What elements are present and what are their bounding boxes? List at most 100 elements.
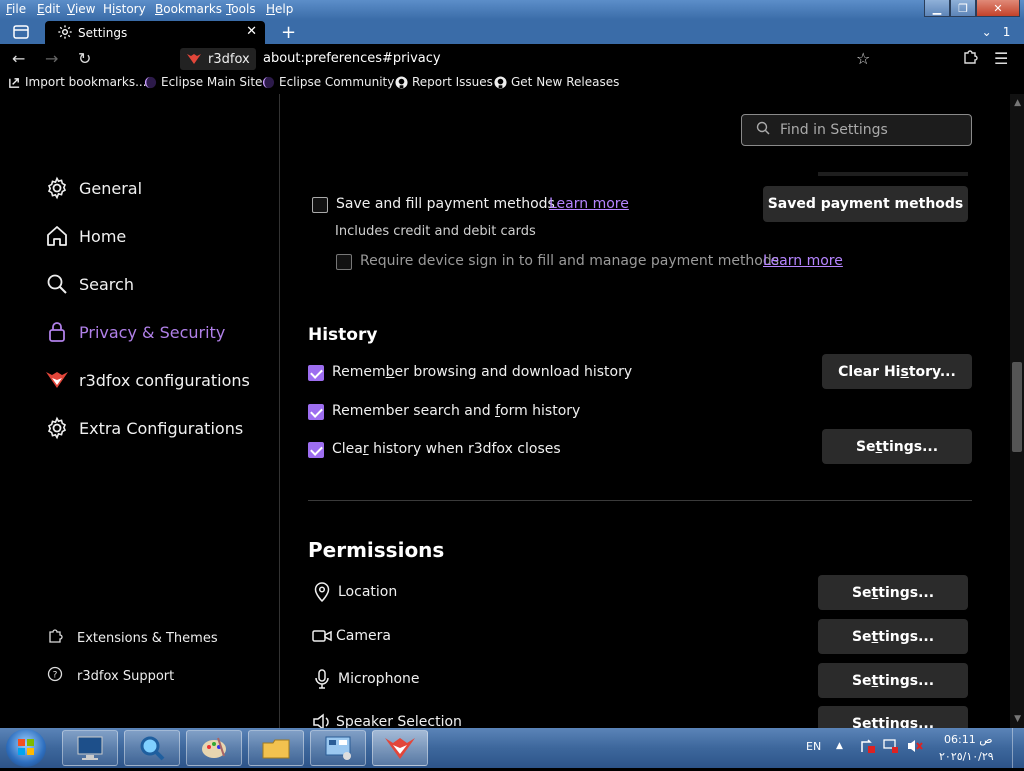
category-privacy[interactable]: Privacy & Security [45, 320, 225, 344]
camera-settings-button[interactable]: Settings... [818, 619, 968, 654]
firefox-view-button[interactable] [10, 23, 32, 41]
clear-on-close-checkbox[interactable] [308, 442, 324, 458]
scroll-up-arrow-icon[interactable]: ▲ [1014, 98, 1021, 108]
preferences-content: General Home Search Privacy & Security r… [0, 94, 1024, 728]
speaker-settings-button[interactable]: Settings... [818, 706, 968, 728]
taskbar-control-panel[interactable] [310, 730, 366, 766]
minimize-icon: ▁ [932, 1, 942, 15]
show-desktop-button[interactable] [1012, 728, 1024, 768]
identity-box[interactable]: r3dfox [180, 48, 256, 70]
clear-history-button[interactable]: Clear History... [822, 354, 972, 389]
taskbar-paint[interactable] [186, 730, 242, 766]
new-tab-button[interactable]: + [281, 22, 296, 43]
clock-date[interactable]: ٢٠٢٥/١٠/٢٩ [939, 750, 994, 763]
search-icon [756, 121, 770, 139]
tab-settings[interactable]: Settings ✕ [45, 21, 265, 44]
permission-label: Camera [336, 628, 391, 644]
forward-arrow-icon[interactable]: → [45, 49, 58, 68]
remember-browsing-checkbox[interactable] [308, 365, 324, 381]
minimize-button[interactable]: ▁ [924, 0, 950, 17]
action-center-icon[interactable] [860, 738, 876, 757]
github-icon [494, 75, 507, 89]
network-icon[interactable] [883, 738, 899, 757]
taskbar-files[interactable] [248, 730, 304, 766]
import-icon [9, 77, 20, 88]
lock-icon [45, 320, 69, 344]
menu-view[interactable]: View [67, 2, 95, 16]
gear-icon [58, 25, 72, 39]
volume-muted-icon[interactable] [907, 738, 923, 757]
history-settings-button[interactable]: Settings... [822, 429, 972, 464]
menu-help[interactable]: Help [266, 2, 293, 16]
menu-edit[interactable]: Edit [37, 2, 60, 16]
button-label: Settings... [855, 438, 939, 455]
github-icon [395, 75, 408, 89]
saved-payment-methods-button[interactable]: Saved payment methods [763, 186, 968, 222]
eclipse-icon [144, 76, 157, 88]
tab-strip: Settings ✕ + ⌄ 1 [0, 20, 1024, 44]
taskbar-computer[interactable] [62, 730, 118, 766]
category-extra-configurations[interactable]: Extra Configurations [45, 416, 243, 440]
scroll-thumb[interactable] [1012, 362, 1022, 452]
extensions-themes-link[interactable]: Extensions & Themes [47, 628, 218, 648]
svg-text:?: ? [53, 671, 58, 681]
windows-logo-icon [18, 739, 34, 755]
menu-bookmarks[interactable]: Bookmarks [155, 2, 222, 16]
payment-description: Includes credit and debit cards [335, 224, 536, 239]
taskbar-r3dfox[interactable] [372, 730, 428, 766]
bookmark-report-issues[interactable]: Report Issues [395, 75, 493, 89]
button-label: Settings... [851, 584, 935, 601]
category-general[interactable]: General [45, 176, 142, 200]
permission-camera: Camera [312, 626, 391, 646]
microphone-settings-button[interactable]: Settings... [818, 663, 968, 698]
scrollbar[interactable]: ▲ ▼ [1010, 94, 1024, 728]
magnifier-icon [140, 736, 165, 761]
start-button[interactable] [6, 729, 46, 767]
category-label: General [79, 178, 143, 198]
menu-tools[interactable]: Tools [226, 2, 256, 16]
show-hidden-icons-arrow[interactable]: ▲ [836, 741, 843, 751]
back-arrow-icon[interactable]: ← [12, 49, 25, 68]
scroll-down-arrow-icon[interactable]: ▼ [1014, 714, 1021, 724]
language-indicator[interactable]: EN [806, 740, 821, 753]
bookmark-label: Get New Releases [511, 75, 620, 89]
search-input[interactable]: Find in Settings [741, 114, 972, 146]
remember-search-checkbox[interactable] [308, 404, 324, 420]
star-icon[interactable]: ☆ [856, 49, 870, 68]
category-search[interactable]: Search [45, 272, 134, 296]
bookmark-eclipse-main[interactable]: Eclipse Main Site [144, 75, 262, 89]
url-bar[interactable]: about:preferences#privacy [263, 51, 441, 66]
extensions-icon[interactable] [962, 49, 978, 69]
plus-icon: + [281, 22, 297, 43]
categories-sidebar: General Home Search Privacy & Security r… [0, 94, 280, 728]
menu-history[interactable]: History [103, 2, 146, 16]
camera-icon [312, 626, 332, 646]
windows-taskbar: EN ▲ 06:11 ص ٢٠٢٥/١٠/٢٩ [0, 728, 1024, 768]
clock-time[interactable]: 06:11 ص [944, 733, 993, 746]
save-payment-label: Save and fill payment methods [336, 196, 555, 212]
bookmark-import[interactable]: Import bookmarks... [8, 75, 147, 89]
reload-icon[interactable]: ↻ [78, 49, 91, 68]
bookmark-eclipse-community[interactable]: Eclipse Community [262, 75, 394, 89]
button-label: Settings... [851, 628, 935, 645]
hamburger-menu-icon[interactable]: ☰ [994, 49, 1008, 68]
remember-search-label: Remember search and form history [332, 403, 581, 419]
location-settings-button[interactable]: Settings... [818, 575, 968, 610]
save-payment-checkbox[interactable] [312, 197, 328, 213]
eclipse-icon [262, 76, 275, 88]
require-signin-checkbox[interactable] [336, 254, 352, 270]
menu-file[interactable]: File [6, 2, 26, 16]
bookmark-get-new-releases[interactable]: Get New Releases [494, 75, 619, 89]
signin-learn-more-link[interactable]: Learn more [763, 253, 843, 269]
taskbar-search[interactable] [124, 730, 180, 766]
list-all-tabs-button[interactable]: ⌄ 1 [976, 22, 1016, 41]
r3dfox-support-link[interactable]: ? r3dfox Support [47, 666, 174, 686]
bookmarks-toolbar: Import bookmarks... Eclipse Main Site Ec… [0, 72, 1024, 94]
category-home[interactable]: Home [45, 224, 126, 248]
close-tab-icon[interactable]: ✕ [246, 24, 257, 39]
payments-learn-more-link[interactable]: Learn more [549, 196, 629, 212]
category-r3dfox-configurations[interactable]: r3dfox configurations [45, 368, 250, 392]
maximize-button[interactable]: ❐ [950, 0, 976, 17]
close-window-button[interactable]: ✕ [976, 0, 1020, 17]
category-label: Privacy & Security [79, 322, 226, 342]
